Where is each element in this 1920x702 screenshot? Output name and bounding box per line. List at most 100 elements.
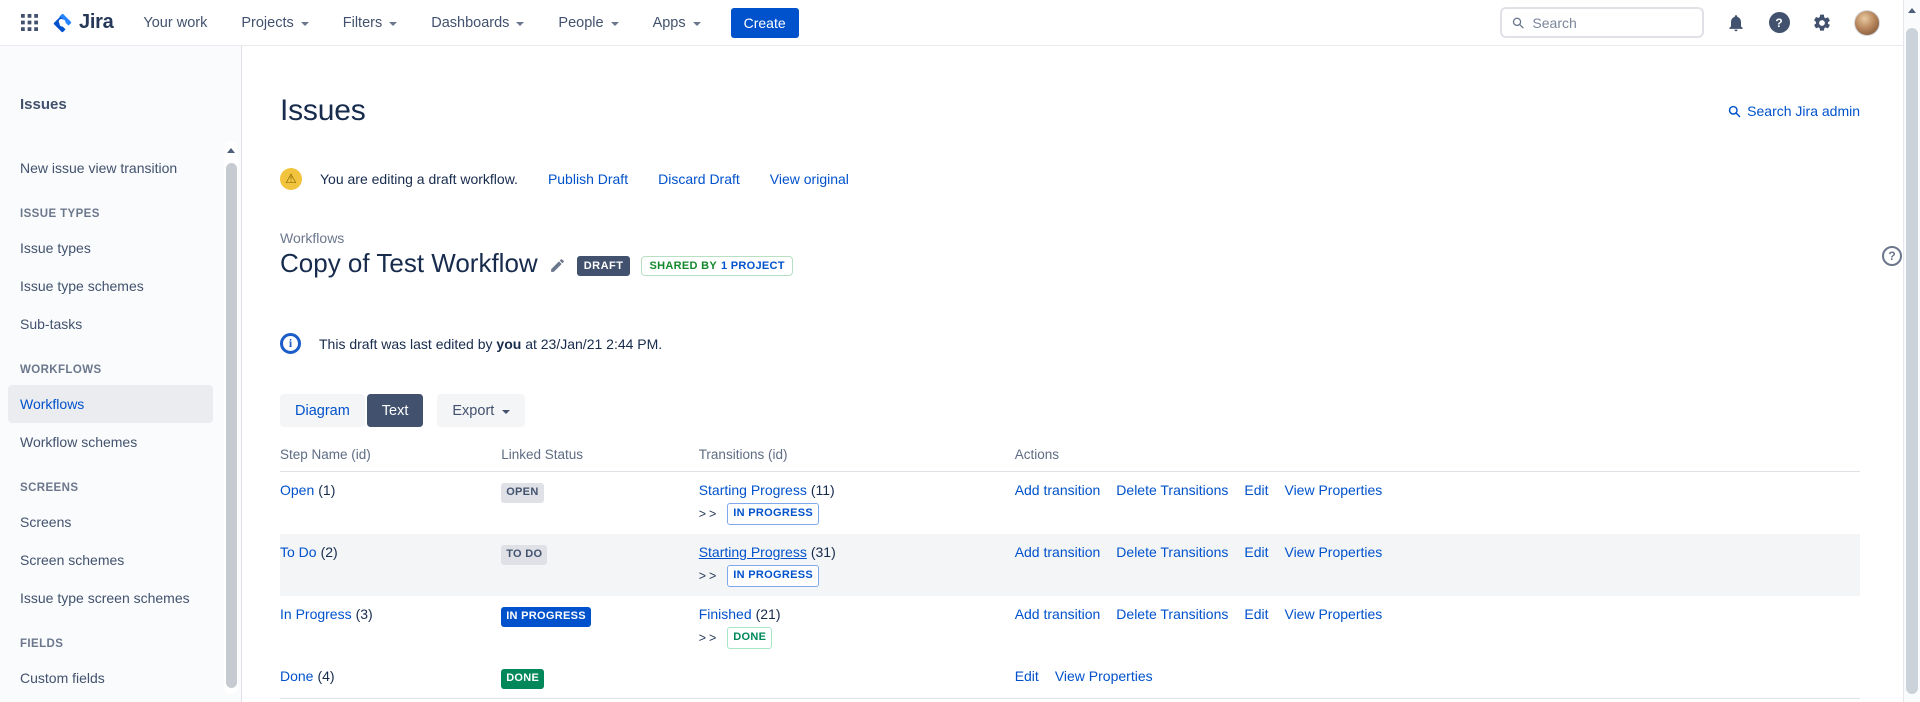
- chevron-down-icon: [516, 22, 524, 26]
- logo-text: Jira: [79, 11, 113, 34]
- transition-arrow: >>: [699, 569, 720, 583]
- sidebar-item-screen-schemes[interactable]: Screen schemes: [20, 541, 207, 579]
- add-transition-link[interactable]: Add transition: [1015, 606, 1101, 622]
- nav-item-people[interactable]: People: [558, 15, 618, 31]
- sidebar-title: Issues: [20, 96, 241, 113]
- discard-draft-link[interactable]: Discard Draft: [658, 171, 740, 187]
- transition-link[interactable]: Finished: [699, 606, 752, 622]
- shared-by-badge[interactable]: SHARED BY 1 PROJECT: [641, 256, 792, 276]
- status-lozenge: TO DO: [501, 545, 547, 565]
- edit-pencil-icon[interactable]: [549, 257, 566, 274]
- step-link[interactable]: In Progress: [280, 606, 352, 622]
- sidebar-item-workflows[interactable]: Workflows: [8, 385, 213, 423]
- chevron-down-icon: [611, 22, 619, 26]
- workflow-steps-table: Step Name (id) Linked Status Transitions…: [280, 447, 1860, 699]
- grid-icon: [21, 14, 38, 31]
- edit-link[interactable]: Edit: [1244, 544, 1268, 560]
- sidebar-item-new-issue-view-transition[interactable]: New issue view transition: [20, 149, 207, 187]
- table-row: Open(1) OPEN Starting Progress(11) >>IN …: [280, 472, 1860, 534]
- notifications-bell-icon[interactable]: [1725, 12, 1747, 34]
- sidebar-section-issue-types: ISSUE TYPES: [20, 199, 241, 229]
- transition-link[interactable]: Starting Progress: [699, 544, 807, 560]
- delete-transitions-link[interactable]: Delete Transitions: [1116, 544, 1228, 560]
- view-properties-link[interactable]: View Properties: [1284, 544, 1382, 560]
- draft-warning-banner: ⚠ You are editing a draft workflow. Publ…: [280, 168, 1860, 190]
- search-jira-admin-link[interactable]: Search Jira admin: [1728, 103, 1860, 119]
- help-icon[interactable]: ?: [1768, 12, 1790, 34]
- page-help-icon[interactable]: ?: [1882, 246, 1902, 266]
- sidebar-item-custom-fields[interactable]: Custom fields: [20, 659, 207, 697]
- page-shell: Issues New issue view transition ISSUE T…: [0, 46, 1920, 702]
- main-content: Issues Search Jira admin ⚠ You are editi…: [242, 46, 1920, 702]
- sidebar-item-issue-type-screen-schemes[interactable]: Issue type screen schemes: [20, 579, 207, 617]
- nav-item-your-work[interactable]: Your work: [143, 15, 207, 31]
- edited-by-actor: you: [496, 336, 521, 352]
- nav-item-filters[interactable]: Filters: [343, 15, 397, 31]
- status-lozenge: DONE: [501, 669, 544, 689]
- jira-logo[interactable]: Jira: [52, 11, 113, 34]
- table-header-row: Step Name (id) Linked Status Transitions…: [280, 447, 1860, 472]
- step-link[interactable]: Open: [280, 482, 314, 498]
- publish-draft-link[interactable]: Publish Draft: [548, 171, 628, 187]
- app-switcher-icon[interactable]: [14, 8, 44, 38]
- sidebar-item-sub-tasks[interactable]: Sub-tasks: [20, 305, 207, 343]
- edit-link[interactable]: Edit: [1244, 482, 1268, 498]
- sidebar-scrollbar-thumb[interactable]: [226, 163, 237, 688]
- table-row: Done(4) DONE Edit View Properties: [280, 658, 1860, 698]
- tab-diagram[interactable]: Diagram: [280, 394, 365, 427]
- sidebar-item-issue-types[interactable]: Issue types: [20, 229, 207, 267]
- view-mode-controls: Diagram Text Export: [280, 394, 1860, 427]
- table-row: To Do(2) TO DO Starting Progress(31) >>I…: [280, 534, 1860, 596]
- scroll-up-icon[interactable]: [1908, 8, 1916, 13]
- scroll-up-icon[interactable]: [227, 148, 235, 153]
- view-properties-link[interactable]: View Properties: [1284, 606, 1382, 622]
- view-properties-link[interactable]: View Properties: [1284, 482, 1382, 498]
- step-link[interactable]: To Do: [280, 544, 317, 560]
- shared-projects-link[interactable]: 1 PROJECT: [721, 260, 785, 272]
- sidebar-item-screens[interactable]: Screens: [20, 503, 207, 541]
- step-link[interactable]: Done: [280, 668, 313, 684]
- sidebar-scrollbar[interactable]: [224, 141, 238, 694]
- target-status-lozenge: IN PROGRESS: [727, 565, 819, 587]
- user-avatar[interactable]: [1854, 10, 1880, 36]
- edit-link[interactable]: Edit: [1015, 668, 1039, 684]
- chevron-down-icon: [301, 22, 309, 26]
- view-properties-link[interactable]: View Properties: [1055, 668, 1153, 684]
- target-status-lozenge: DONE: [727, 627, 772, 649]
- create-button[interactable]: Create: [731, 8, 799, 38]
- transition-link[interactable]: Starting Progress: [699, 482, 807, 498]
- tab-text[interactable]: Text: [367, 394, 424, 427]
- nav-item-projects[interactable]: Projects: [241, 15, 308, 31]
- view-original-link[interactable]: View original: [770, 171, 849, 187]
- add-transition-link[interactable]: Add transition: [1015, 482, 1101, 498]
- transition-arrow: >>: [699, 507, 720, 521]
- col-step-name: Step Name (id): [280, 447, 501, 462]
- chevron-down-icon: [502, 410, 510, 414]
- workflow-title: Copy of Test Workflow: [280, 248, 538, 279]
- banner-message: You are editing a draft workflow.: [320, 171, 518, 187]
- page-title: Issues: [280, 94, 366, 128]
- sidebar-item-workflow-schemes[interactable]: Workflow schemes: [20, 423, 207, 461]
- chevron-down-icon: [389, 22, 397, 26]
- nav-item-dashboards[interactable]: Dashboards: [431, 15, 524, 31]
- edit-link[interactable]: Edit: [1244, 606, 1268, 622]
- top-navigation-bar: Jira Your work Projects Filters Dashboar…: [0, 0, 1920, 46]
- global-search[interactable]: [1500, 7, 1704, 38]
- delete-transitions-link[interactable]: Delete Transitions: [1116, 482, 1228, 498]
- window-scrollbar-thumb[interactable]: [1906, 28, 1918, 694]
- settings-gear-icon[interactable]: [1811, 12, 1833, 34]
- transition-arrow: >>: [699, 631, 720, 645]
- sidebar-item-issue-type-schemes[interactable]: Issue type schemes: [20, 267, 207, 305]
- window-scrollbar[interactable]: [1903, 0, 1920, 702]
- col-actions: Actions: [1015, 447, 1860, 462]
- table-row: In Progress(3) IN PROGRESS Finished(21) …: [280, 596, 1860, 658]
- export-button[interactable]: Export: [437, 394, 525, 427]
- sidebar-section-screens: SCREENS: [20, 473, 241, 503]
- nav-item-apps[interactable]: Apps: [653, 15, 701, 31]
- chevron-down-icon: [693, 22, 701, 26]
- breadcrumb[interactable]: Workflows: [280, 230, 1860, 246]
- search-input[interactable]: [1532, 15, 1692, 31]
- delete-transitions-link[interactable]: Delete Transitions: [1116, 606, 1228, 622]
- add-transition-link[interactable]: Add transition: [1015, 544, 1101, 560]
- status-lozenge: OPEN: [501, 483, 543, 503]
